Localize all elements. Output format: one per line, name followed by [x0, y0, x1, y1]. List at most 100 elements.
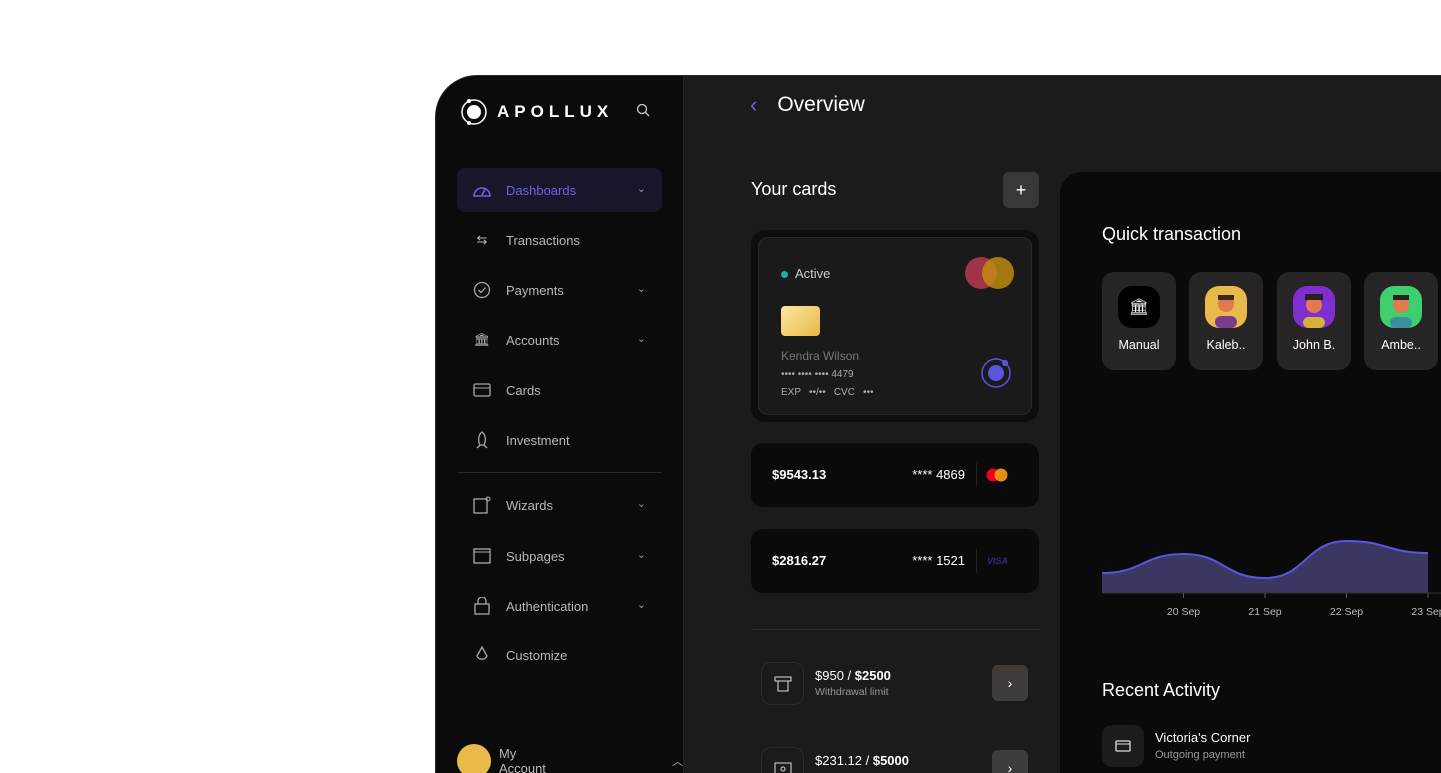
recent-activity-title: Recent Activity: [1102, 680, 1221, 700]
sidebar-divider: [457, 472, 662, 473]
add-card-button[interactable]: +: [1003, 172, 1039, 208]
wizard-icon: [472, 495, 492, 515]
contact-item[interactable]: Kaleb..: [1189, 272, 1263, 370]
logo[interactable]: APOLLUX: [459, 97, 613, 127]
apollux-card-icon: [981, 358, 1011, 388]
chevron-right-button[interactable]: ›: [992, 665, 1028, 701]
chart-area: [1102, 541, 1428, 593]
contact-name: Kaleb..: [1206, 338, 1246, 352]
sidebar-item-label: Wizards: [506, 497, 553, 513]
sidebar-item-label: Subpages: [506, 548, 565, 564]
search-icon[interactable]: [636, 103, 650, 122]
lock-icon: [472, 596, 492, 616]
rocket-icon: [472, 430, 492, 450]
cards-title: Your cards: [751, 179, 837, 199]
chevron-up-icon: ︿: [672, 756, 683, 768]
limit-label: Withdrawal limit: [815, 686, 889, 698]
card-balance: $2816.27: [772, 553, 827, 568]
card-number: **** 1521: [912, 553, 965, 568]
sidebar-item-authentication[interactable]: Authentication ⌄: [457, 584, 662, 628]
sidebar-item-transactions[interactable]: ⇆ Transactions: [457, 218, 662, 262]
sidebar-item-label: Accounts: [506, 332, 560, 348]
chevron-down-icon: ⌄: [636, 283, 646, 295]
avatar: [1380, 286, 1422, 328]
card-number: **** 4869: [912, 467, 965, 482]
gauge-icon: [472, 180, 492, 200]
sidebar-item-cards[interactable]: Cards: [457, 368, 662, 412]
chip-icon: [781, 306, 820, 336]
back-icon[interactable]: ‹: [750, 92, 757, 118]
page-title: Overview: [777, 93, 865, 116]
card-list-item[interactable]: $2816.27 **** 1521 VISA: [751, 529, 1039, 593]
page-header: ‹ Overview: [750, 92, 865, 118]
card-holder: Kendra Wilson: [781, 349, 860, 363]
activity-type: Outgoing payment: [1155, 749, 1245, 761]
sidebar-item-label: Investment: [506, 432, 570, 448]
card-balance: $9543.13: [772, 467, 827, 482]
limit-total: $2500: [854, 668, 891, 683]
bank-icon: 🏛: [1118, 286, 1160, 328]
mastercard-icon: [986, 468, 1008, 482]
x-tick-label: 22 Sep: [1330, 606, 1363, 618]
cvc-label: CVC: [833, 387, 855, 398]
arrows-icon: ⇆: [476, 232, 488, 247]
limit-total: $5000: [872, 753, 909, 768]
chevron-right-button[interactable]: ›: [992, 750, 1028, 773]
status-dot: [781, 271, 788, 278]
contact-name: Manual: [1118, 338, 1160, 352]
contact-item[interactable]: Ambe..: [1364, 272, 1438, 370]
contact-item[interactable]: John B.: [1277, 272, 1351, 370]
card-list-item[interactable]: $9543.13 **** 4869: [751, 443, 1039, 507]
x-tick-label: 20 Sep: [1167, 606, 1200, 618]
exp-value: ••/••: [809, 387, 826, 398]
limit-used: $950: [815, 668, 844, 683]
quick-transaction-title: Quick transaction: [1102, 224, 1242, 244]
limit-value: $950 / $2500: [815, 668, 891, 683]
avatar: [1205, 286, 1247, 328]
brand-name: APOLLUX: [497, 102, 614, 121]
activity-name[interactable]: Victoria's Corner: [1155, 730, 1250, 745]
card-meta: EXP ••/•• CVC •••: [781, 387, 873, 398]
cvc-value: •••: [862, 387, 874, 398]
sidebar-item-label: Transactions: [506, 232, 580, 248]
avatar: [1293, 286, 1335, 328]
sidebar-item-subpages[interactable]: Subpages ⌄: [457, 534, 662, 578]
limit-item: $950 / $2500 Withdrawal limit ›: [761, 662, 1041, 706]
chevron-down-icon: ⌄: [636, 333, 646, 345]
primary-card[interactable]: Active Kendra Wilson •••• •••• •••• 4479…: [751, 230, 1039, 422]
x-tick-label: 23 Sep: [1411, 606, 1441, 618]
mastercard-icon: [965, 257, 1014, 289]
card-icon: [472, 380, 492, 400]
sidebar-item-wizards[interactable]: Wizards ⌄: [457, 483, 662, 527]
bank-icon: 🏛: [473, 332, 491, 347]
sidebar-item-label: Dashboards: [506, 182, 577, 198]
exp-label: EXP: [781, 387, 802, 398]
drop-icon: [472, 645, 492, 665]
separator: [976, 549, 977, 573]
sidebar-item-investment[interactable]: Investment: [457, 418, 662, 462]
card-number: •••• •••• •••• 4479: [781, 369, 854, 380]
right-panel: Quick transaction 🏛 Manual Kaleb.. John B…: [1060, 172, 1441, 773]
balance-chart: 20 Sep 21 Sep 22 Sep 23 Sep: [1101, 539, 1441, 618]
sidebar-item-dashboards[interactable]: Dashboards ⌄: [457, 168, 662, 212]
card-status: Active: [795, 266, 831, 281]
app-window: APOLLUX Dashboards ⌄ ⇆ Transactions Paymen…: [435, 75, 1441, 773]
x-tick-label: 21 Sep: [1248, 606, 1281, 618]
sidebar-item-customize[interactable]: Customize: [457, 633, 662, 677]
contact-manual[interactable]: 🏛 Manual: [1102, 272, 1176, 370]
visa-icon: VISA: [986, 556, 1008, 566]
sidebar-item-label: Customize: [506, 647, 568, 663]
logo-icon: [461, 99, 487, 125]
cash-icon: [761, 747, 804, 773]
sidebar-item-label: Cards: [506, 382, 541, 398]
window-icon: [472, 546, 492, 566]
my-account[interactable]: My Account ︿: [457, 744, 683, 773]
sidebar-item-accounts[interactable]: 🏛 Accounts ⌄: [457, 318, 662, 362]
sidebar: APOLLUX Dashboards ⌄ ⇆ Transactions Paymen…: [436, 76, 684, 773]
chevron-down-icon: ⌄: [636, 549, 646, 561]
sidebar-item-label: Authentication: [506, 598, 589, 614]
divider: [751, 629, 1039, 630]
contact-name: John B.: [1292, 338, 1336, 352]
sidebar-item-payments[interactable]: Payments ⌄: [457, 268, 662, 312]
card-icon: [1102, 725, 1144, 767]
